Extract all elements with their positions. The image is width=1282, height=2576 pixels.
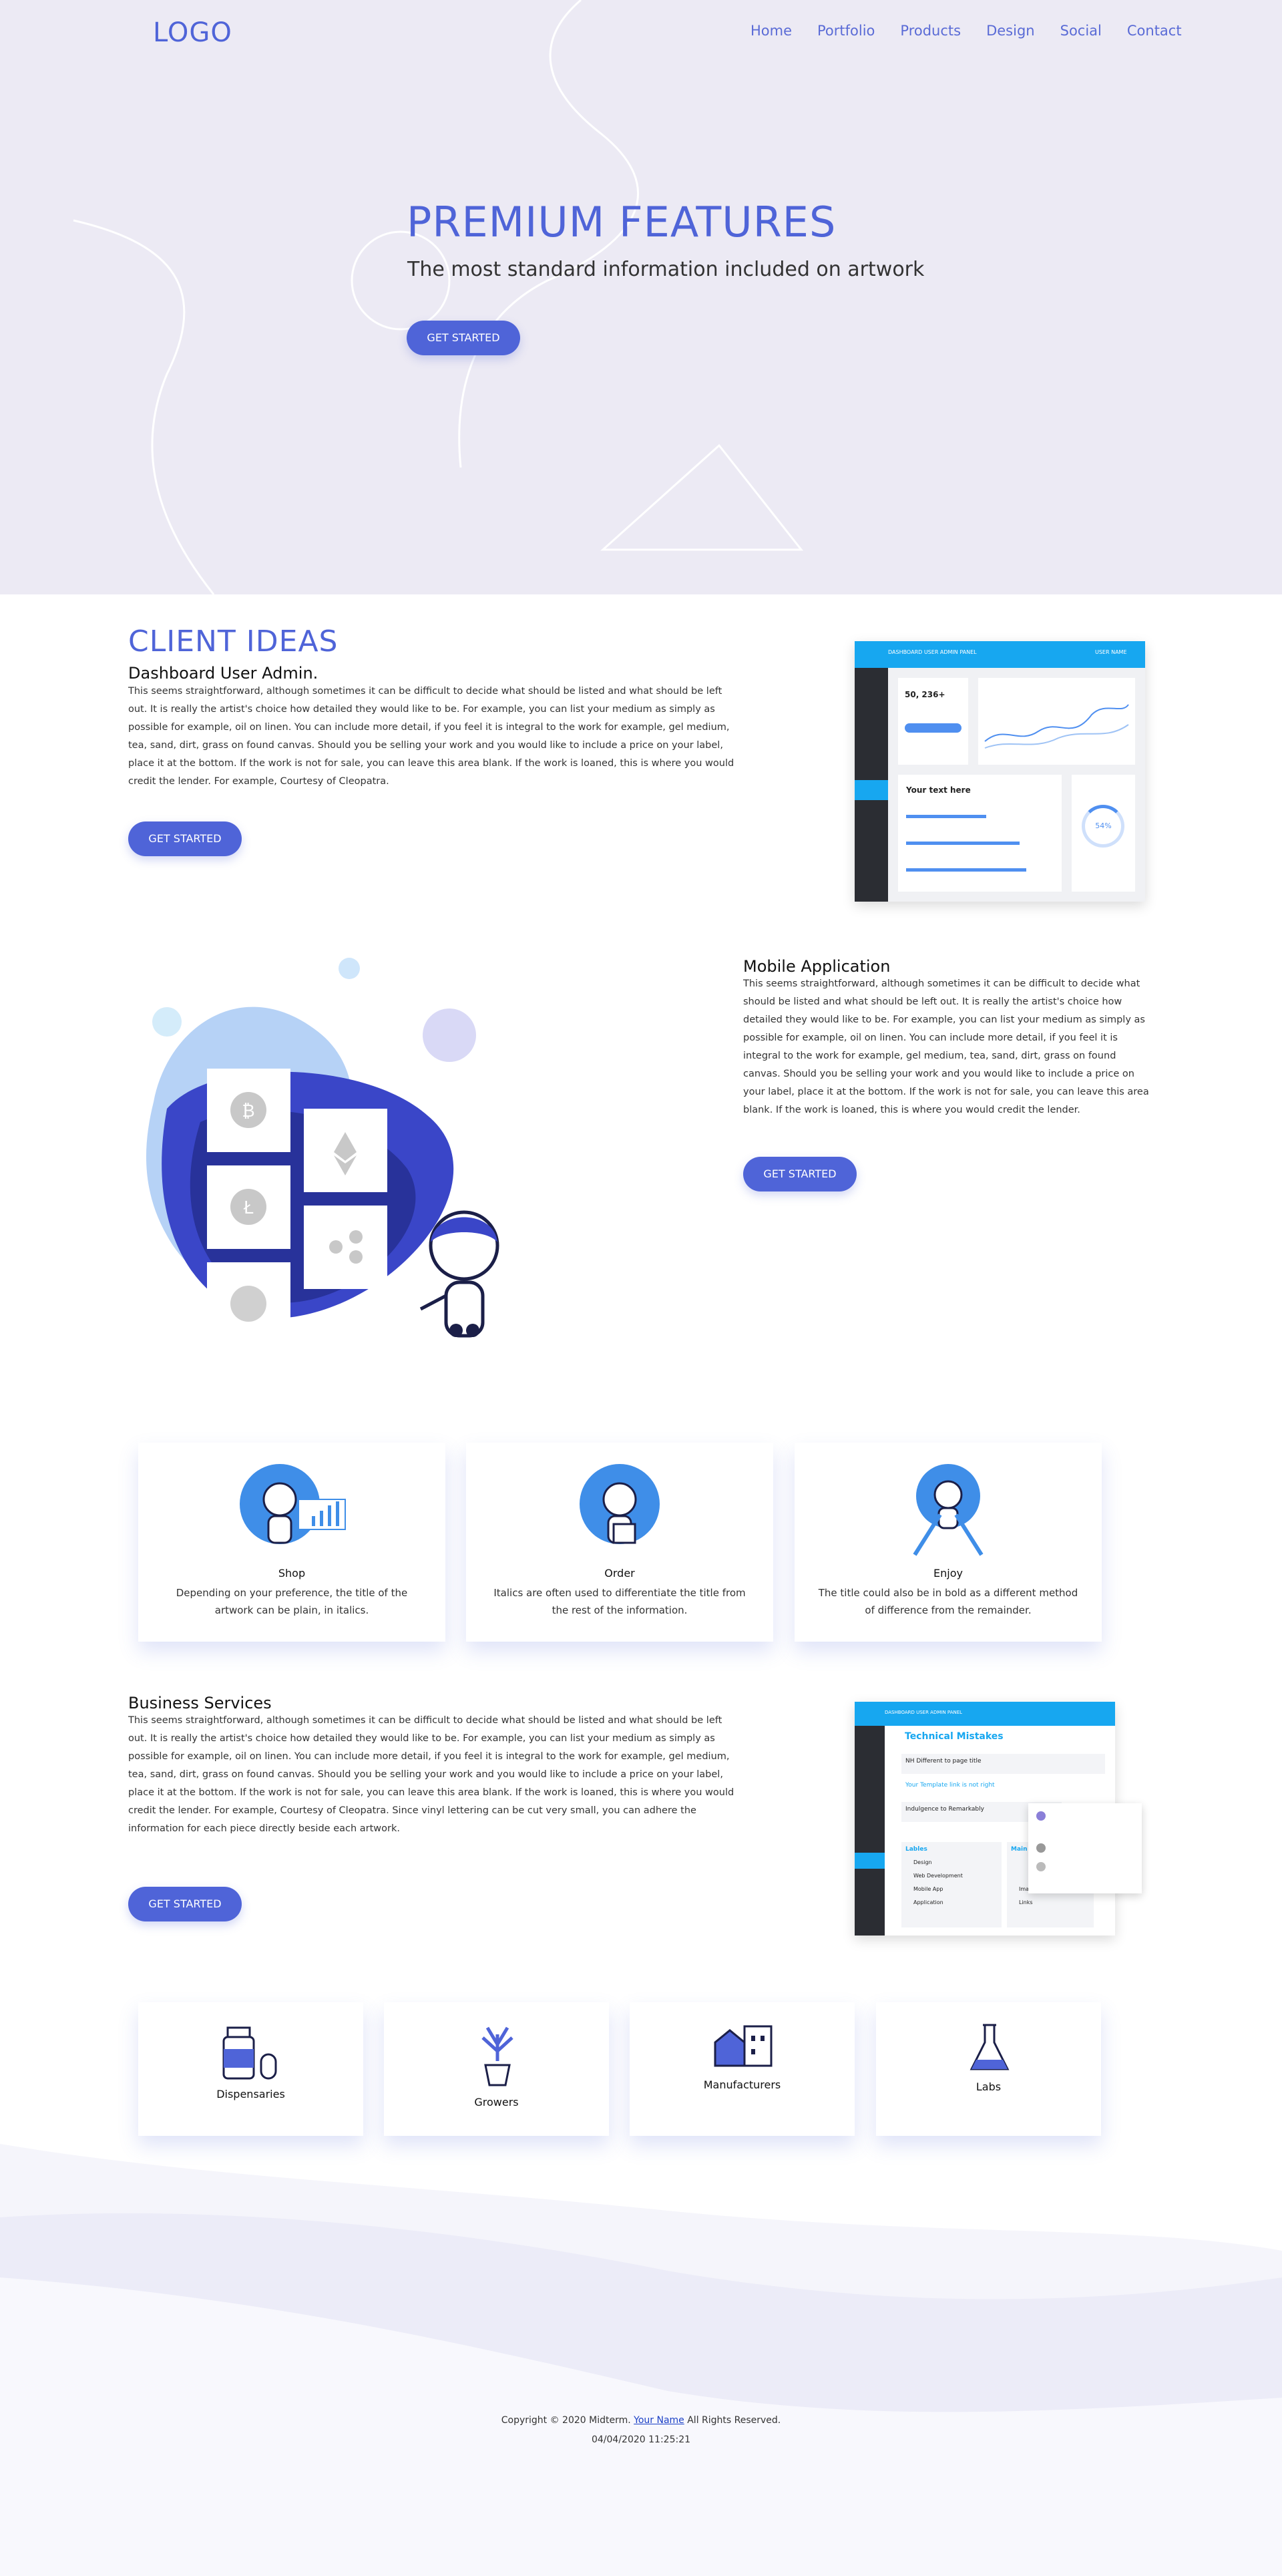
mock2-label-4: Application <box>913 1899 943 1905</box>
mock2-row-3: Indulgence to Remarkably <box>905 1806 984 1813</box>
mobile-get-started-button[interactable]: GET STARTED <box>743 1157 857 1191</box>
nav-contact[interactable]: Contact <box>1127 23 1182 39</box>
business-get-started-button[interactable]: GET STARTED <box>128 1887 242 1921</box>
factory-icon <box>714 2025 773 2067</box>
mock2-row-1: NH Different to page title <box>905 1758 982 1765</box>
footer-timestamp: 04/04/2020 11:25:21 <box>591 2434 691 2445</box>
card-desc-enjoy: The title could also be in bold as a dif… <box>818 1587 1078 1616</box>
business-heading: Business Services <box>128 1694 272 1712</box>
order-icon <box>580 1464 660 1544</box>
feature-card-order: Order Italics are often used to differen… <box>466 1443 773 1642</box>
mock2-label-1: Design <box>913 1859 932 1865</box>
mock2-label-3: Mobile App <box>913 1886 943 1892</box>
pill-bottle-icon <box>222 2026 277 2080</box>
notification-popup-mockup <box>1028 1803 1142 1893</box>
nav-design[interactable]: Design <box>986 23 1035 39</box>
industry-label-labs: Labs <box>976 2080 1002 2093</box>
mobile-paragraph: This seems straightforward, although som… <box>743 978 1149 1115</box>
industry-label-manufacturers: Manufacturers <box>703 2078 781 2091</box>
mock2-bar-title: DASHBOARD USER ADMIN PANEL <box>885 1710 963 1715</box>
flask-icon <box>970 2024 1010 2070</box>
dashboard-mockup: DASHBOARD USER ADMIN PANEL USER NAME 50,… <box>855 641 1145 902</box>
footer-author-link[interactable]: Your Name <box>634 2415 684 2426</box>
card-title-shop: Shop <box>278 1567 306 1580</box>
nav-portfolio[interactable]: Portfolio <box>817 23 875 39</box>
mock2-main-title: Main <box>1011 1846 1028 1853</box>
mock-user-name: USER NAME <box>1095 649 1127 655</box>
card-title-order: Order <box>604 1567 635 1580</box>
mock2-labels-title: Lables <box>905 1846 927 1853</box>
mock2-label-2: Web Development <box>913 1873 963 1879</box>
nav-home[interactable]: Home <box>751 23 792 39</box>
industry-label-dispensaries: Dispensaries <box>216 2088 285 2100</box>
industry-card-dispensaries: Dispensaries <box>138 2002 363 2136</box>
enjoy-icon <box>913 1464 984 1556</box>
card-title-enjoy: Enjoy <box>933 1567 963 1580</box>
footer-wave <box>0 2144 1282 2576</box>
business-paragraph: This seems straightforward, although som… <box>128 1715 734 1834</box>
mock-stat: 50, 236+ <box>905 690 945 699</box>
nav-social[interactable]: Social <box>1060 23 1102 39</box>
main-nav: Home Portfolio Products Design Social Co… <box>751 23 1207 39</box>
industry-label-growers: Growers <box>474 2096 519 2108</box>
mock-card-title: Your text here <box>906 785 971 795</box>
mock2-panel-title: Technical Mistakes <box>905 1731 1004 1742</box>
copyright-text: Copyright © 2020 Midterm. Your Name All … <box>0 2415 1282 2426</box>
hero-subtitle: The most standard information included o… <box>407 258 925 281</box>
mock-topbar: DASHBOARD USER ADMIN PANEL USER NAME <box>855 641 1145 668</box>
mock2-main-2: Links <box>1019 1899 1033 1905</box>
industry-card-labs: Labs <box>876 2002 1101 2136</box>
client-paragraph: This seems straightforward, although som… <box>128 686 734 787</box>
hero-decorative-lines <box>73 0 804 594</box>
plant-icon <box>481 2026 513 2086</box>
svg-text:Ł: Ł <box>243 1198 254 1218</box>
mock2-row-2: Your Template link is not right <box>905 1782 995 1789</box>
card-desc-order: Italics are often used to differentiate … <box>493 1587 746 1616</box>
client-ideas-heading: CLIENT IDEAS <box>128 624 339 659</box>
industry-card-growers: Growers <box>384 2002 609 2136</box>
shop-icon <box>240 1464 346 1544</box>
mobile-heading: Mobile Application <box>743 957 891 976</box>
hero-get-started-button[interactable]: GET STARTED <box>407 321 520 355</box>
copyright-prefix: Copyright © 2020 Midterm. <box>501 2415 631 2426</box>
hero-title: PREMIUM FEATURES <box>407 198 837 246</box>
dashboard-subheading: Dashboard User Admin. <box>128 664 318 683</box>
ripple-tile <box>304 1206 387 1289</box>
hero-section: LOGO Home Portfolio Products Design Soci… <box>0 0 1282 594</box>
crypto-illustration: ₿ Ł <box>146 958 499 1346</box>
card-desc-shop: Depending on your preference, the title … <box>176 1587 408 1616</box>
svg-text:₿: ₿ <box>242 1101 254 1121</box>
mock-bar-title: DASHBOARD USER ADMIN PANEL <box>888 649 977 655</box>
industry-card-manufacturers: Manufacturers <box>630 2002 855 2136</box>
feature-card-enjoy: Enjoy The title could also be in bold as… <box>795 1443 1102 1642</box>
client-get-started-button[interactable]: GET STARTED <box>128 821 242 856</box>
nav-products[interactable]: Products <box>900 23 961 39</box>
mock-percent: 54% <box>1095 821 1112 830</box>
mock-sidebar <box>855 668 888 902</box>
feature-card-shop: Shop Depending on your preference, the t… <box>138 1443 445 1642</box>
logo[interactable]: LOGO <box>153 17 232 48</box>
copyright-suffix: All Rights Reserved. <box>687 2415 781 2426</box>
